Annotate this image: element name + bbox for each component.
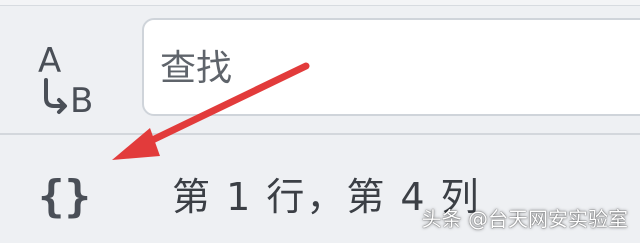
find-row: A B xyxy=(0,18,640,126)
find-panel: A B {} 第 1 行，第 4 列 头条 @台天网安实验室 xyxy=(0,0,640,243)
match-case-icon[interactable]: A B xyxy=(32,36,110,118)
find-input[interactable] xyxy=(160,38,620,98)
section-divider xyxy=(0,133,640,135)
watermark: 头条 @台天网安实验室 xyxy=(421,207,628,231)
find-input-container xyxy=(142,18,640,116)
braces-icon[interactable]: {} xyxy=(38,168,118,226)
svg-text:A: A xyxy=(38,41,61,81)
top-divider xyxy=(0,0,640,6)
svg-text:B: B xyxy=(70,81,93,118)
